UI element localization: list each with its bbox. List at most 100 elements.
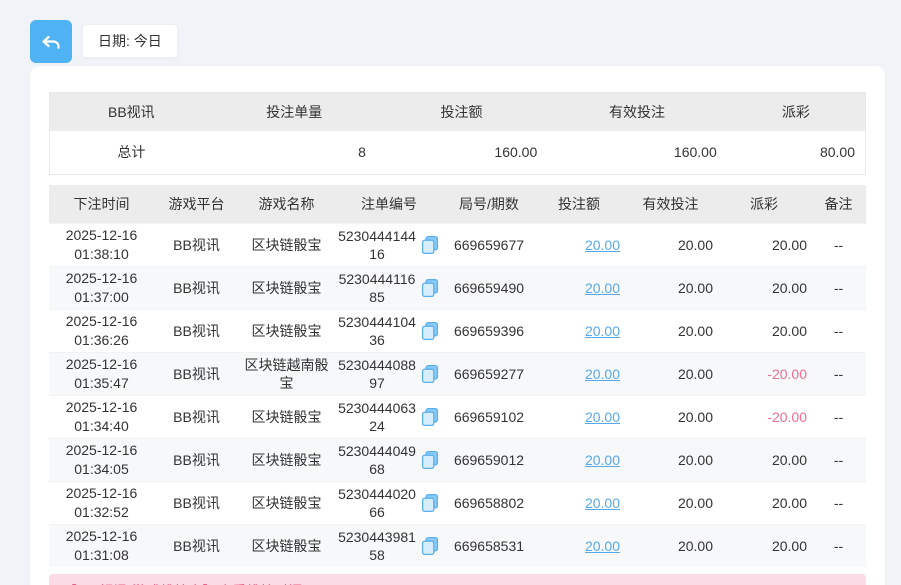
game-platform-cell: BB视讯 [154,395,239,438]
bet-date: 2025-12-16 [53,484,150,503]
maintenance-time-link[interactable]: 查看维护时间 [218,581,302,585]
summary-total-count: 8 [213,131,376,175]
valid-bet-cell: 20.00 [624,223,717,266]
payout-cell: 20.00 [717,524,811,567]
bet-amount-link[interactable]: 20.00 [585,280,620,296]
bet-amount-link[interactable]: 20.00 [585,323,620,339]
bet-time: 01:34:40 [53,417,150,436]
bet-amount-link[interactable]: 20.00 [585,452,620,468]
table-row: 2025-12-16 01:37:00 BB视讯 区块链骰宝 523044411… [49,266,866,309]
bet-time: 01:38:10 [53,245,150,264]
bet-amount-link[interactable]: 20.00 [585,495,620,511]
copy-icon[interactable] [420,407,440,427]
copy-icon[interactable] [420,493,440,513]
date-filter-label: 日期: 今日 [98,31,162,51]
valid-bet-cell: 20.00 [624,438,717,481]
valid-bet-cell: 20.00 [624,524,717,567]
game-name-cell: 区块链骰宝 [239,223,334,266]
game-platform-cell: BB视讯 [154,524,239,567]
table-row: 2025-12-16 01:38:10 BB视讯 区块链骰宝 523044414… [49,223,866,266]
game-name-cell: 区块链骰宝 [239,266,334,309]
summary-header-valid-bet: 有效投注 [547,93,727,131]
round-number-cell: 669659490 [444,266,534,309]
order-number: 523044406324 [338,399,416,435]
bet-date: 2025-12-16 [53,441,150,460]
round-number-cell: 669659012 [444,438,534,481]
summary-total-row: 总计 8 160.00 160.00 80.00 [50,131,866,175]
table-row: 2025-12-16 01:32:52 BB视讯 区块链骰宝 523044402… [49,481,866,524]
order-number: 523044411685 [338,270,416,306]
note-cell: -- [811,395,866,438]
table-row: 2025-12-16 01:34:40 BB视讯 区块链骰宝 523044406… [49,395,866,438]
bet-time: 01:32:52 [53,503,150,522]
note-cell: -- [811,524,866,567]
bet-amount-link[interactable]: 20.00 [585,409,620,425]
order-number: 523044414416 [338,227,416,263]
bet-date: 2025-12-16 [53,226,150,245]
game-platform-cell: BB视讯 [154,223,239,266]
bet-records-table: 下注时间 游戏平台 游戏名称 注单编号 局号/期数 投注额 有效投注 派彩 备注… [49,185,866,567]
payout-cell: -20.00 [717,395,811,438]
game-platform-cell: BB视讯 [154,481,239,524]
bet-time: 01:37:00 [53,288,150,307]
table-row: 2025-12-16 01:35:47 BB视讯 区块链越南骰宝 5230444… [49,352,866,395]
bet-time-cell: 2025-12-16 01:38:10 [49,223,154,266]
bet-time-cell: 2025-12-16 01:34:40 [49,395,154,438]
payout-cell: 20.00 [717,438,811,481]
valid-bet-cell: 20.00 [624,395,717,438]
bet-time: 01:36:26 [53,331,150,350]
header-bet-amount: 投注额 [534,185,624,223]
header-payout: 派彩 [717,185,811,223]
date-filter[interactable]: 日期: 今日 [82,24,178,58]
back-button[interactable] [30,20,72,63]
note-cell: -- [811,266,866,309]
bet-time-cell: 2025-12-16 01:36:26 [49,309,154,352]
header-game-platform: 游戏平台 [154,185,239,223]
copy-icon[interactable] [420,235,440,255]
bet-time-cell: 2025-12-16 01:31:08 [49,524,154,567]
note-cell: -- [811,223,866,266]
bet-time-cell: 2025-12-16 01:32:52 [49,481,154,524]
bet-time-cell: 2025-12-16 01:35:47 [49,352,154,395]
copy-icon[interactable] [420,278,440,298]
order-number: 523044398158 [338,528,416,564]
order-number-cell: 523044398158 [334,524,444,567]
copy-icon[interactable] [420,364,440,384]
bet-amount-link[interactable]: 20.00 [585,237,620,253]
round-number-cell: 669659396 [444,309,534,352]
summary-total-label: 总计 [50,131,213,175]
note-cell: -- [811,481,866,524]
bet-date: 2025-12-16 [53,355,150,374]
bet-time: 01:34:05 [53,460,150,479]
copy-icon[interactable] [420,321,440,341]
valid-bet-cell: 20.00 [624,481,717,524]
game-platform-cell: BB视讯 [154,438,239,481]
note-cell: -- [811,352,866,395]
summary-header-platform: BB视讯 [50,93,213,131]
table-row: 2025-12-16 01:36:26 BB视讯 区块链骰宝 523044410… [49,309,866,352]
payout-cell: -20.00 [717,352,811,395]
summary-header-bet-amount: 投注额 [376,93,547,131]
game-platform-cell: BB视讯 [154,309,239,352]
game-name-cell: 区块链骰宝 [239,395,334,438]
copy-icon[interactable] [420,536,440,556]
game-name-cell: 区块链越南骰宝 [239,352,334,395]
bet-amount-link[interactable]: 20.00 [585,366,620,382]
order-number: 523044410436 [338,313,416,349]
order-number-cell: 523044402066 [334,481,444,524]
bet-amount-link[interactable]: 20.00 [585,538,620,554]
round-number-cell: 669658802 [444,481,534,524]
header-order-number: 注单编号 [334,185,444,223]
valid-bet-cell: 20.00 [624,352,717,395]
order-number-cell: 523044410436 [334,309,444,352]
order-number-cell: 523044408897 [334,352,444,395]
bet-date: 2025-12-16 [53,269,150,288]
bet-date: 2025-12-16 [53,312,150,331]
table-row: 2025-12-16 01:34:05 BB视讯 区块链骰宝 523044404… [49,438,866,481]
copy-icon[interactable] [420,450,440,470]
bet-date: 2025-12-16 [53,527,150,546]
summary-header-payout: 派彩 [727,93,866,131]
order-number-cell: 523044406324 [334,395,444,438]
valid-bet-cell: 20.00 [624,309,717,352]
valid-bet-cell: 20.00 [624,266,717,309]
